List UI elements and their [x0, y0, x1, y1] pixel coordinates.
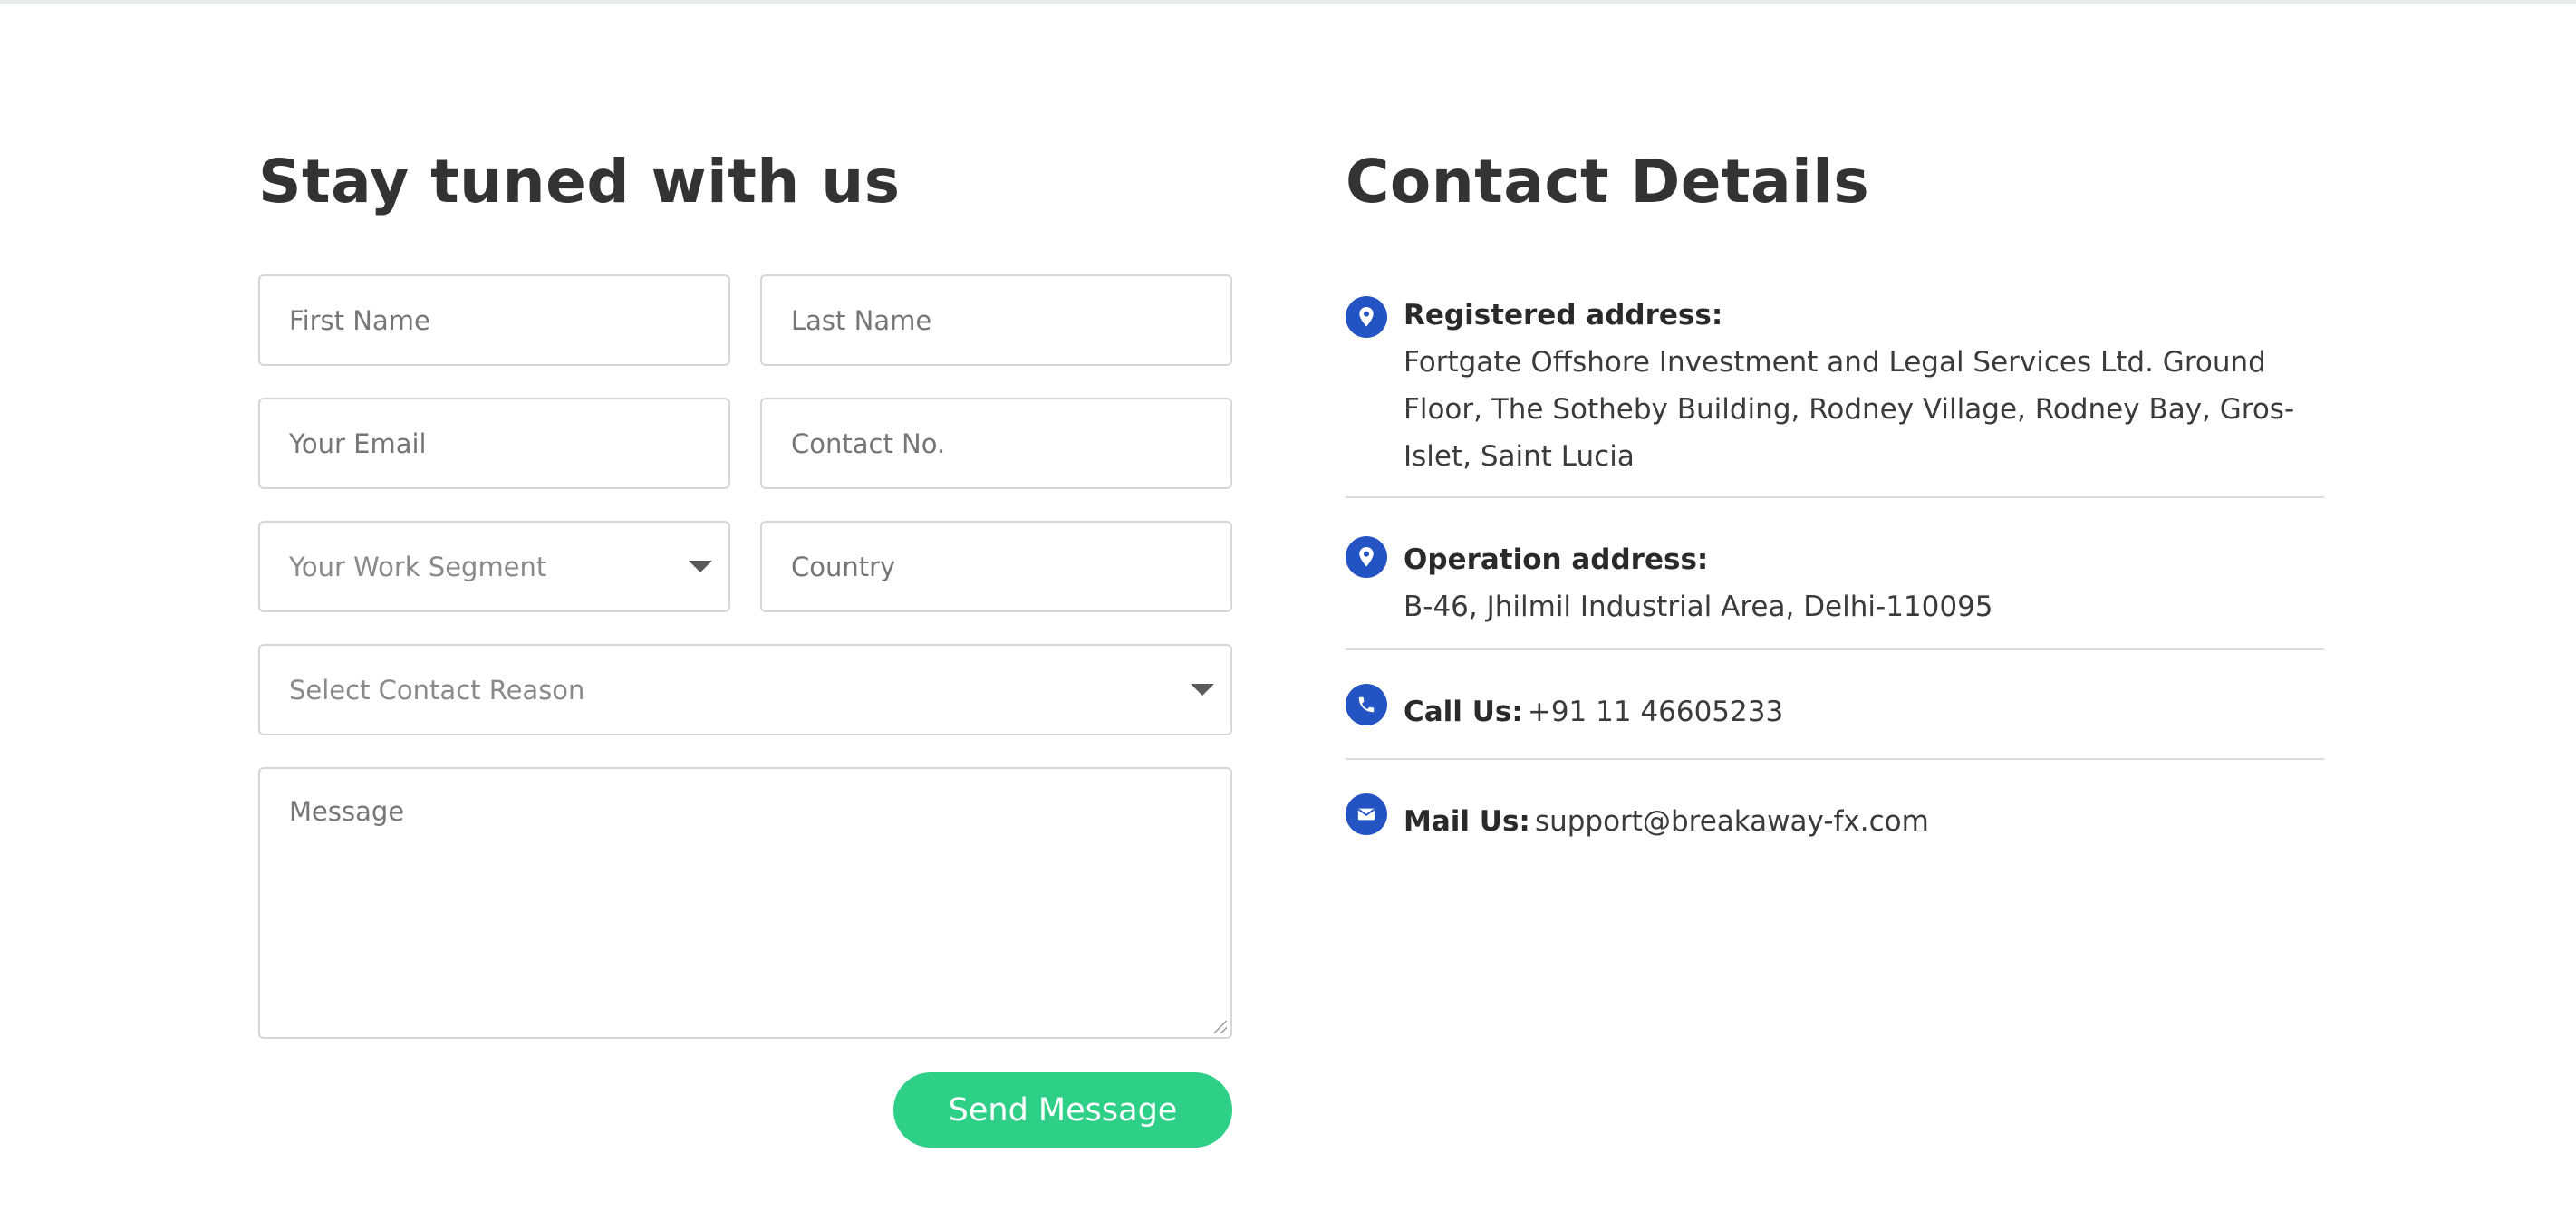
form-heading: Stay tuned with us	[258, 147, 901, 216]
top-divider	[0, 0, 2576, 4]
contact-details-heading: Contact Details	[1346, 147, 1870, 216]
last-name-input[interactable]	[762, 276, 1230, 364]
operation-address-item: Operation address: B-46, Jhilmil Industr…	[1346, 498, 2324, 650]
operation-address-title: Operation address:	[1404, 543, 1709, 576]
contact-row	[258, 398, 1232, 489]
message-textarea[interactable]	[260, 769, 1230, 1037]
message-field-wrapper	[258, 767, 1232, 1039]
mail-us-line: Mail Us: support@breakaway-fx.com	[1404, 798, 2324, 850]
last-name-field-wrapper	[760, 274, 1232, 366]
mail-us-item: Mail Us: support@breakaway-fx.com	[1346, 760, 2324, 850]
contact-number-input[interactable]	[762, 399, 1230, 487]
resize-handle[interactable]	[1214, 1021, 1227, 1033]
first-name-field-wrapper	[258, 274, 730, 366]
contact-form: Your Work Segment Select Contact Reason	[258, 274, 1232, 1148]
phone-icon	[1346, 684, 1387, 725]
contact-form-column: Stay tuned with us First Name Last Name …	[258, 140, 1232, 1148]
registered-address-value: Fortgate Offshore Investment and Legal S…	[1404, 346, 2295, 473]
send-message-button[interactable]: Send Message	[893, 1072, 1232, 1148]
contact-section: Stay tuned with us First Name Last Name …	[258, 140, 2324, 1148]
work-segment-field-wrapper: Your Work Segment	[258, 521, 730, 612]
location-pin-icon	[1346, 296, 1387, 338]
country-field-wrapper	[760, 521, 1232, 612]
segment-country-row: Your Work Segment	[258, 521, 1232, 612]
registered-address-title: Registered address:	[1404, 299, 1723, 331]
operation-address-value: B-46, Jhilmil Industrial Area, Delhi-110…	[1404, 591, 1993, 623]
call-us-item: Call Us: +91 11 46605233	[1346, 650, 2324, 760]
location-pin-icon	[1346, 536, 1387, 578]
contact-number-field-wrapper	[760, 398, 1232, 489]
call-us-title: Call Us:	[1404, 696, 1523, 728]
registered-address-item: Registered address: Fortgate Offshore In…	[1346, 292, 2324, 498]
call-us-line: Call Us: +91 11 46605233	[1404, 688, 2324, 740]
country-input[interactable]	[762, 523, 1230, 610]
email-input[interactable]	[260, 399, 728, 487]
envelope-icon	[1346, 793, 1387, 835]
email-address-link[interactable]: support@breakaway-fx.com	[1535, 805, 1929, 838]
email-field-wrapper	[258, 398, 730, 489]
contact-reason-select[interactable]: Select Contact Reason	[260, 646, 1230, 734]
contact-details-column: Contact Details Registered address: Fort…	[1346, 140, 2324, 1148]
name-row	[258, 274, 1232, 366]
work-segment-select[interactable]: Your Work Segment	[260, 523, 728, 610]
mail-us-title: Mail Us:	[1404, 805, 1530, 838]
first-name-input[interactable]	[260, 276, 728, 364]
contact-reason-field-wrapper: Select Contact Reason	[258, 644, 1232, 735]
reason-row: Select Contact Reason	[258, 644, 1232, 735]
submit-row: Send Message	[258, 1072, 1232, 1148]
phone-number[interactable]: +91 11 46605233	[1528, 696, 1783, 728]
